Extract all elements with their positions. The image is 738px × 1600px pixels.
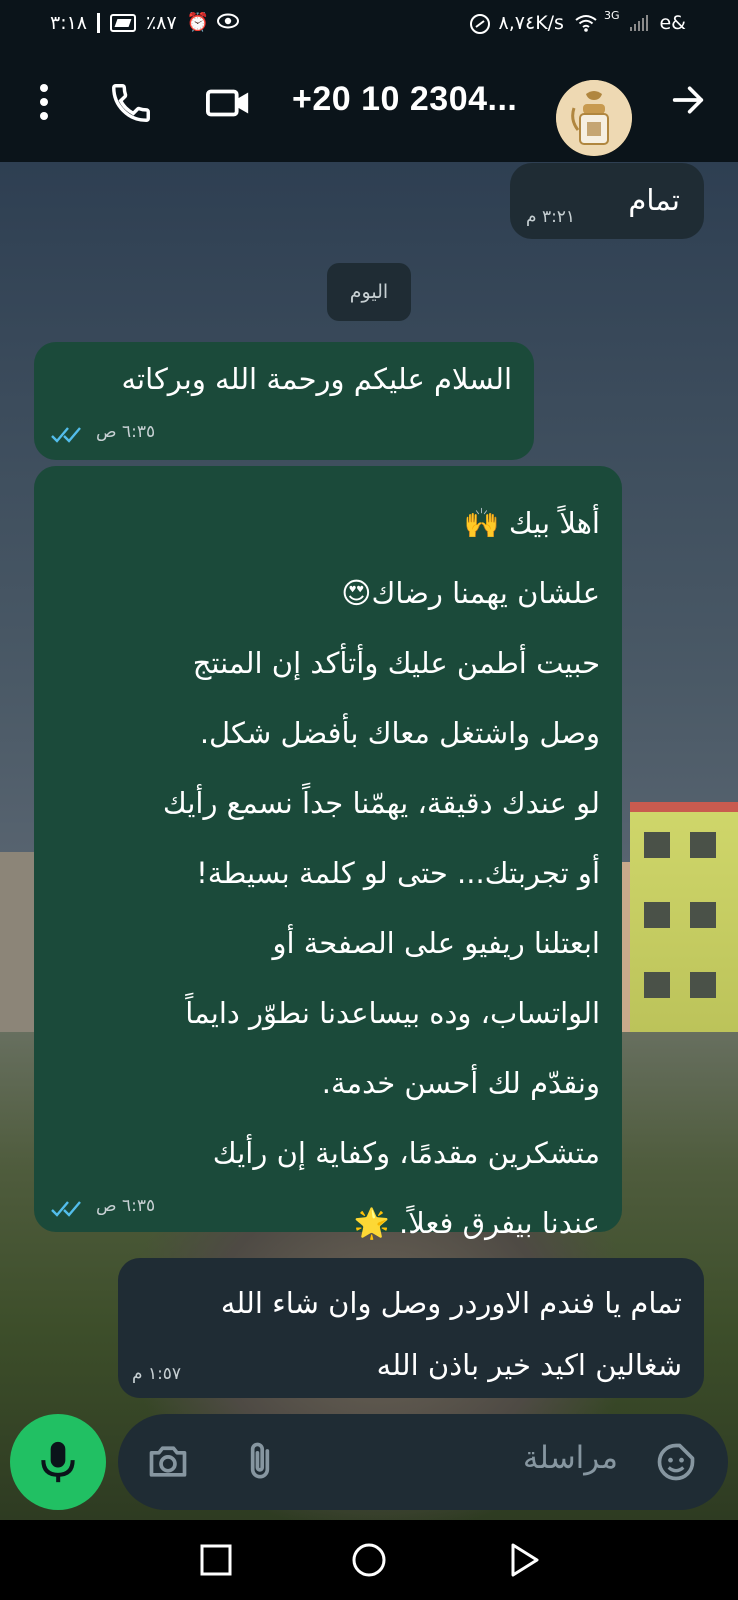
message-time: ١:٥٧ م bbox=[132, 1364, 182, 1384]
message-line: أو تجربتك... حتى لو كلمة بسيطة! bbox=[196, 856, 600, 890]
message-text: السلام عليكم ورحمة الله وبركاته bbox=[121, 362, 513, 396]
message-input[interactable]: مراسلة bbox=[523, 1440, 618, 1476]
net-speed: ٨,٧٤K/s bbox=[498, 12, 564, 34]
date-divider: اليوم bbox=[327, 263, 411, 321]
network-type: 3G bbox=[603, 8, 620, 22]
message-bubble-incoming[interactable]: تمام ٣:٢١ م bbox=[510, 163, 704, 239]
signal-icon bbox=[629, 13, 649, 33]
mic-icon bbox=[41, 1441, 75, 1483]
message-time: ٣:٢١ م bbox=[526, 207, 576, 227]
alarm-icon: ⏰ bbox=[186, 12, 210, 33]
menu-icon[interactable] bbox=[34, 80, 54, 130]
carrier-name: e& bbox=[659, 12, 686, 34]
message-line: حبيت أطمن عليك وأتأكد إن المنتج bbox=[192, 646, 600, 680]
avatar[interactable] bbox=[556, 80, 632, 156]
message-line: ابعتلنا ريفيو على الصفحة أو bbox=[272, 926, 600, 960]
status-right: ٨,٧٤K/s 3G e& bbox=[469, 8, 686, 34]
message-line: تمام يا فندم الاوردر وصل وان شاء الله bbox=[220, 1286, 682, 1320]
back-button[interactable] bbox=[504, 1540, 544, 1580]
message-time: ٦:٣٥ ص bbox=[96, 422, 156, 442]
message-line: علشان يهمنا رضاك😍 bbox=[341, 576, 600, 610]
system-nav-bar bbox=[0, 1520, 738, 1600]
message-line: وصل واشتغل معاك بأفضل شكل. bbox=[199, 716, 600, 750]
home-button[interactable] bbox=[349, 1540, 389, 1580]
read-receipt-icon bbox=[51, 427, 81, 443]
message-bubble-outgoing[interactable]: السلام عليكم ورحمة الله وبركاته ٦:٣٥ ص bbox=[34, 342, 534, 460]
wifi-icon bbox=[574, 13, 597, 33]
mic-button[interactable] bbox=[10, 1414, 106, 1510]
message-bubble-outgoing[interactable]: أهلاً بيك 🙌 علشان يهمنا رضاك😍 حبيت أطمن … bbox=[34, 466, 622, 1240]
eye-icon bbox=[216, 13, 239, 33]
message-body: تمام يا فندم الاوردر وصل وان شاء الله شغ… bbox=[122, 1272, 682, 1396]
message-bubble-incoming[interactable]: تمام يا فندم الاوردر وصل وان شاء الله شغ… bbox=[118, 1258, 704, 1398]
message-time: ٦:٣٥ ص bbox=[96, 1196, 156, 1216]
status-bar: ٣:١٨ ٪٨٧ ⏰ ٨,٧٤K/s 3G e& bbox=[0, 0, 738, 50]
status-divider bbox=[97, 13, 101, 33]
status-time: ٣:١٨ bbox=[50, 12, 88, 34]
background-image bbox=[0, 852, 36, 1032]
message-composer[interactable]: مراسلة bbox=[118, 1414, 728, 1510]
message-body: أهلاً بيك 🙌 علشان يهمنا رضاك😍 حبيت أطمن … bbox=[40, 488, 600, 1258]
attach-icon[interactable] bbox=[238, 1440, 282, 1484]
camera-icon[interactable] bbox=[146, 1440, 190, 1484]
message-text: تمام bbox=[628, 183, 680, 217]
status-left: ٣:١٨ ٪٨٧ ⏰ bbox=[50, 12, 239, 34]
screen-icon bbox=[110, 14, 137, 32]
sticker-icon[interactable] bbox=[654, 1440, 698, 1484]
message-line: متشكرين مقدمًا، وكفاية إن رأيك bbox=[212, 1136, 600, 1170]
message-line: الواتساب، وده بيساعدنا نطوّر دايماً bbox=[185, 996, 600, 1030]
message-line: لو عندك دقيقة، يهمّنا جداً نسمع رأيك bbox=[162, 786, 600, 820]
video-call-icon[interactable] bbox=[204, 80, 254, 126]
chat-header: +20 10 2304... bbox=[0, 50, 738, 162]
battery-level: ٪٨٧ bbox=[146, 12, 177, 34]
read-receipt-icon bbox=[51, 1201, 81, 1217]
message-line: أهلاً بيك 🙌 bbox=[463, 506, 600, 540]
data-saver-icon bbox=[469, 13, 490, 34]
recents-button[interactable] bbox=[196, 1540, 236, 1580]
contact-name[interactable]: +20 10 2304... bbox=[292, 80, 517, 119]
phone-icon[interactable] bbox=[108, 80, 154, 126]
back-arrow-icon[interactable] bbox=[668, 80, 708, 120]
background-image bbox=[630, 802, 738, 1032]
message-line: ونقدّم لك أحسن خدمة. bbox=[321, 1066, 600, 1100]
message-line: شغالين اكيد خير باذن الله bbox=[376, 1348, 682, 1382]
